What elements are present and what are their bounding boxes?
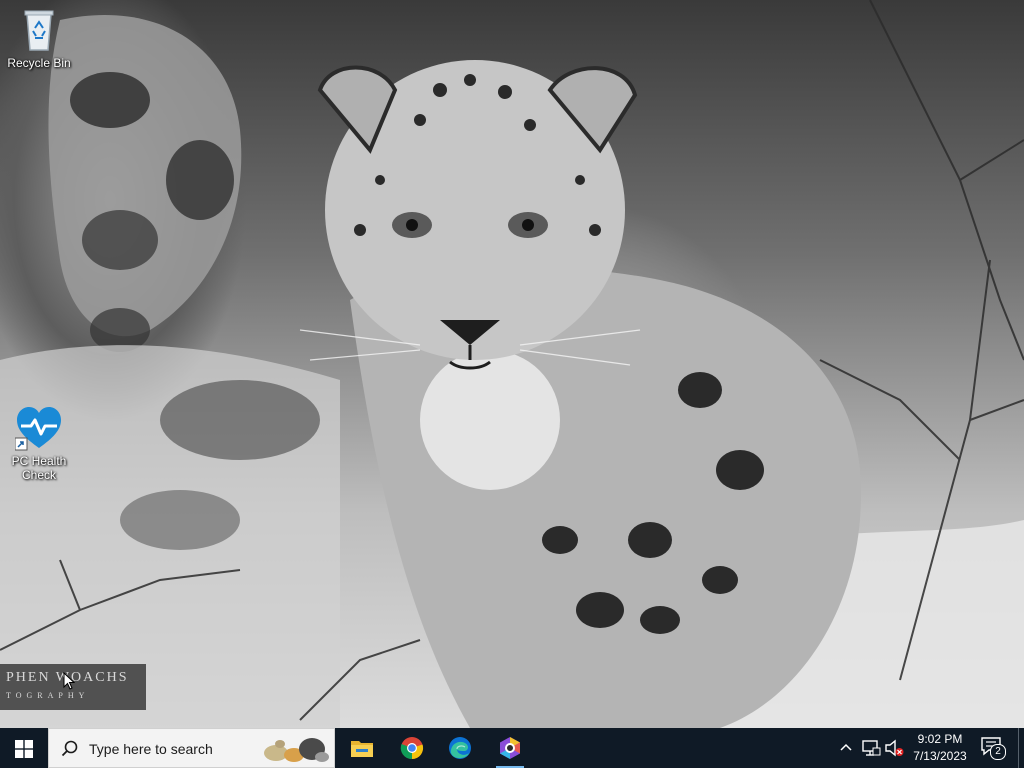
recycle-bin-icon xyxy=(15,6,63,54)
desktop-icon-label: Recycle Bin xyxy=(7,56,71,70)
heart-pulse-icon xyxy=(14,404,63,452)
volume-muted-icon[interactable] xyxy=(884,739,904,757)
folder-icon xyxy=(351,741,373,757)
network-icon[interactable] xyxy=(861,739,881,757)
desktop-icon-label: PC Health Check xyxy=(11,454,67,482)
chrome-icon xyxy=(400,737,424,760)
clock-date: 7/13/2023 xyxy=(913,749,967,763)
start-button[interactable] xyxy=(0,728,48,768)
edge-icon xyxy=(449,737,471,759)
desktop-icon-recycle-bin[interactable]: Recycle Bin xyxy=(2,6,76,70)
notification-count-badge: 2 xyxy=(990,744,1006,760)
show-desktop-button[interactable] xyxy=(1018,728,1024,768)
show-hidden-icons-chevron-icon[interactable] xyxy=(838,740,854,756)
snow-leopard-wallpaper xyxy=(0,0,1024,728)
windows-logo-icon xyxy=(15,740,33,758)
clock-time: 9:02 PM xyxy=(917,732,963,746)
taskbar-search-box[interactable]: Type here to search xyxy=(48,728,335,768)
taskbar: Type here to search 9:02 PM 7/13/2023 2 xyxy=(0,728,1024,768)
desktop-icon-pc-health-check[interactable]: PC Health Check xyxy=(2,404,76,482)
action-center-button[interactable]: 2 xyxy=(980,736,1008,760)
search-highlight-stones-icon xyxy=(264,738,329,762)
taskbar-microsoft-edge[interactable] xyxy=(436,728,484,768)
taskbar-clock[interactable]: 9:02 PM 7/13/2023 xyxy=(906,731,974,765)
watermark-line2: TOGRAPHY xyxy=(6,691,90,700)
desktop-wallpaper[interactable] xyxy=(0,0,1024,728)
search-icon xyxy=(61,740,78,757)
mouse-cursor-icon xyxy=(63,671,76,695)
taskbar-file-explorer[interactable] xyxy=(338,728,386,768)
taskbar-google-chrome[interactable] xyxy=(388,728,436,768)
taskbar-hexagon-app[interactable] xyxy=(486,728,534,768)
search-placeholder: Type here to search xyxy=(89,741,213,757)
hexagon-app-icon xyxy=(500,737,520,759)
